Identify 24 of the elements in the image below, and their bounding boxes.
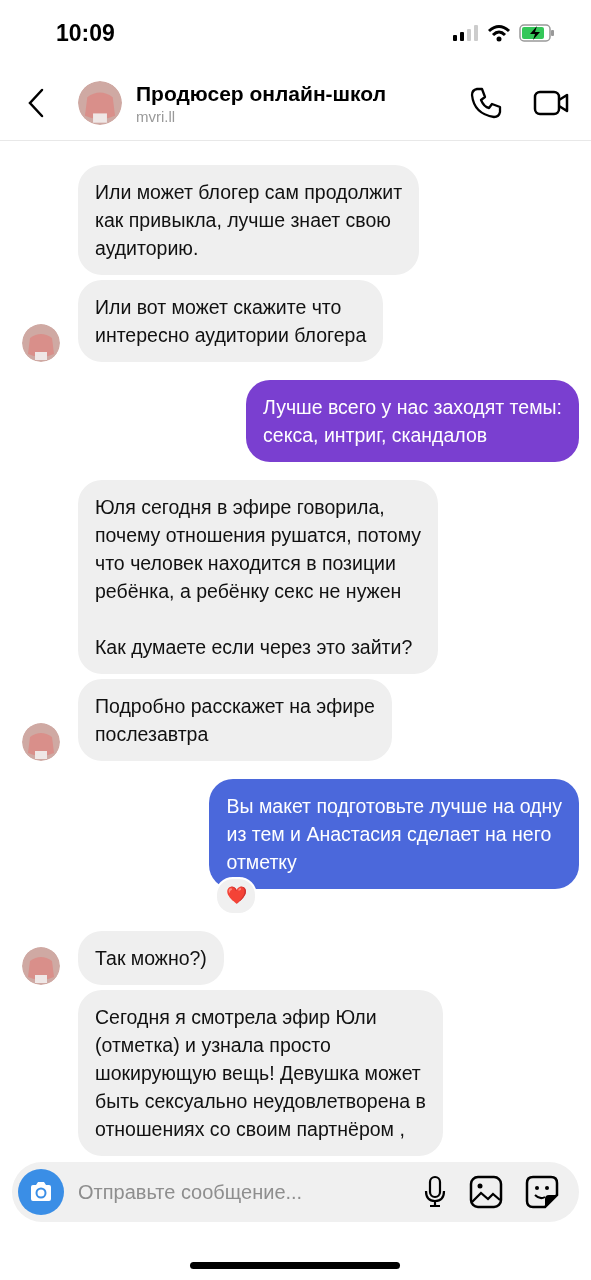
microphone-icon[interactable]: [423, 1175, 447, 1209]
message-bubble: Лучше всего у нас заходят темы: секса, интриг, скандалов: [246, 380, 579, 462]
wifi-icon: [487, 24, 511, 42]
camera-icon[interactable]: [18, 1169, 64, 1215]
avatar-icon[interactable]: [22, 324, 60, 362]
avatar-icon[interactable]: [22, 723, 60, 761]
message-bubble: Сегодня я смотрела эфир Юли (отметка) и узнала просто шокирующую вещь! Девушка может быть сексуально неудовлетворена в отношениях со своим партнёром ,: [78, 990, 443, 1156]
image-icon[interactable]: [469, 1175, 503, 1209]
signal-icon: [453, 25, 479, 41]
avatar-icon[interactable]: [22, 947, 60, 985]
status-time: 10:09: [56, 19, 115, 47]
back-icon[interactable]: [28, 88, 44, 118]
message-bubble: Юля сегодня в эфире говорила, почему отношения рушатся, потому что человек находится в позиции ребёнка, а ребёнку секс не нужен Как думаете если через это зайти?: [78, 480, 439, 674]
message-bubble: Подробно расскажет на эфире послезавтра: [78, 679, 392, 761]
sticker-icon[interactable]: [525, 1175, 559, 1209]
contact-name[interactable]: Продюсер онлайн-школ: [136, 81, 469, 106]
video-camera-icon[interactable]: [533, 89, 569, 117]
contact-username: mvri.ll: [136, 107, 177, 125]
message-bubble: Или вот может скажите что интересно аудитории блогера: [78, 280, 384, 362]
phone-icon[interactable]: [469, 86, 503, 120]
battery-charging-icon: [519, 24, 555, 42]
message-bubble: Или может блогер сам продолжит как привыкла, лучше знает свою аудиторию.: [78, 165, 420, 275]
message-bubble: Так можно?): [78, 931, 224, 985]
avatar-icon[interactable]: [78, 81, 122, 125]
